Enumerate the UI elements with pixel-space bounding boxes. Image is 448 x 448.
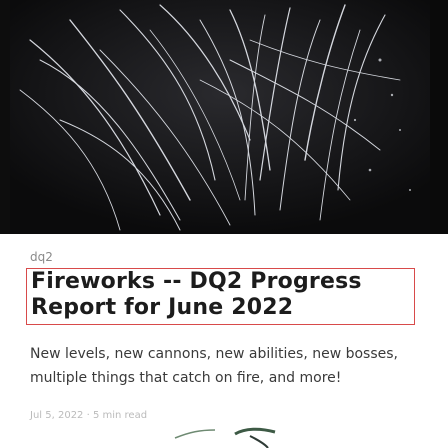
article-title[interactable]: Fireworks -- DQ2 Progress Report for Jun… <box>31 269 421 321</box>
article-title-line-2: Report for June 2022 <box>31 295 294 320</box>
next-article-image <box>0 424 448 448</box>
next-article-thumbnail <box>174 427 276 448</box>
fireworks-image <box>0 0 448 234</box>
article-description: New levels, new cannons, new abilities, … <box>30 342 425 390</box>
category-tag[interactable]: dq2 <box>30 250 53 264</box>
article-description-line-2: multiple things that catch on fire, and … <box>30 370 342 386</box>
article-meta: Jul 5, 2022 · 5 min read <box>30 410 148 421</box>
article-title-line-1: Fireworks -- DQ2 Progress <box>31 269 362 294</box>
hero-image <box>0 0 448 234</box>
article-description-line-1: New levels, new cannons, new abilities, … <box>30 346 399 362</box>
